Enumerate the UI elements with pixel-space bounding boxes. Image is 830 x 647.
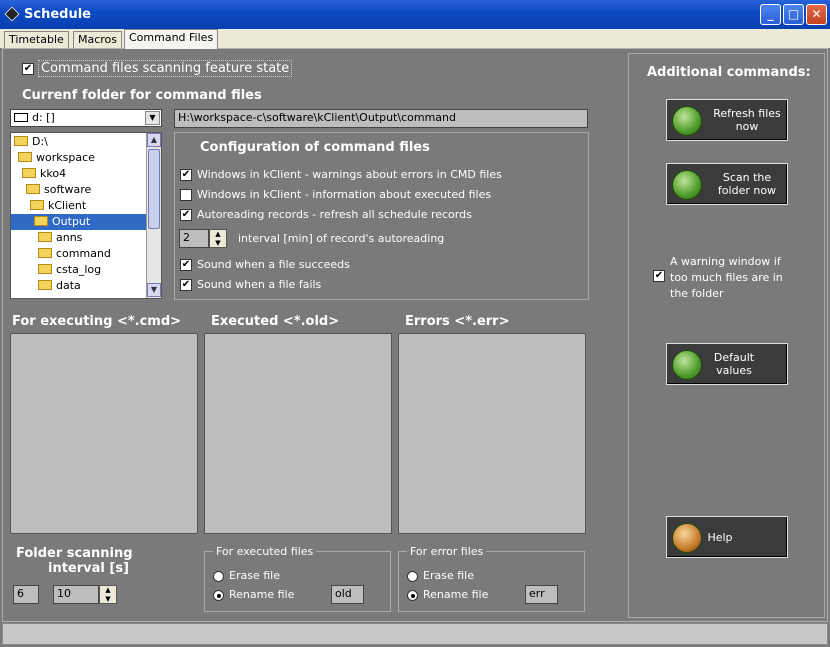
close-button[interactable]: ✕	[806, 4, 827, 25]
spin-down-icon: ▼	[215, 238, 221, 247]
folder-icon	[38, 232, 52, 242]
scan-interval-spinner[interactable]: ▲ ▼	[99, 585, 117, 604]
scan-interval-input[interactable]: 10	[53, 585, 99, 604]
executed-erase-radio[interactable]	[213, 571, 224, 582]
tree-item[interactable]: csta_log	[11, 262, 147, 278]
tab-command-files[interactable]: Command Files	[124, 29, 219, 49]
errors-list-heading: Errors <*.err>	[405, 314, 510, 329]
current-folder-heading: Currenf folder for command files	[22, 88, 262, 103]
folder-icon	[26, 184, 40, 194]
title-bar: Schedule _ □ ✕	[0, 0, 830, 29]
executed-erase-label: Erase file	[229, 569, 280, 582]
default-values-icon	[672, 350, 702, 380]
drive-select[interactable]: d: [] ▼	[10, 109, 162, 127]
sound-fail-checkbox[interactable]: ✔	[180, 279, 192, 291]
scroll-thumb[interactable]	[148, 149, 160, 229]
executed-ext-input[interactable]: old	[331, 585, 364, 604]
executed-list[interactable]	[204, 333, 392, 534]
chevron-down-icon[interactable]: ▼	[145, 111, 160, 125]
feature-state-label: Command files scanning feature state	[38, 60, 293, 77]
tree-item[interactable]: D:\	[11, 134, 147, 150]
autoread-interval-label: interval [min] of record's autoreading	[238, 232, 445, 245]
tab-bar: Timetable Macros Command Files	[0, 29, 830, 49]
spin-up-icon: ▲	[105, 586, 111, 594]
scan-interval-min-input[interactable]: 6	[13, 585, 39, 604]
drive-select-value: d: []	[32, 111, 55, 124]
error-rename-label: Rename file	[423, 588, 489, 601]
default-values-button[interactable]: Default values	[666, 343, 788, 385]
feature-state-checkbox[interactable]: ✔	[22, 63, 34, 75]
executed-rename-radio[interactable]	[213, 590, 224, 601]
refresh-files-icon	[672, 106, 702, 136]
error-ext-input[interactable]: err	[525, 585, 558, 604]
warning-window-label: A warning window if too much files are i…	[670, 255, 783, 300]
tree-item[interactable]: anns	[11, 230, 147, 246]
spin-up-icon: ▲	[215, 230, 221, 238]
maximize-button[interactable]: □	[783, 4, 804, 25]
refresh-files-button[interactable]: Refresh files now	[666, 99, 788, 141]
tree-item[interactable]: data	[11, 278, 147, 294]
config-option-checkbox[interactable]: ✔	[180, 209, 192, 221]
folder-icon	[14, 136, 28, 146]
folder-icon	[38, 248, 52, 258]
tree-item[interactable]: workspace	[11, 150, 147, 166]
tree-item[interactable]: kko4	[11, 166, 147, 182]
error-erase-radio[interactable]	[407, 571, 418, 582]
config-option-checkbox[interactable]: ✔	[180, 169, 192, 181]
autoread-interval-input[interactable]: 2	[179, 229, 209, 248]
tree-scrollbar[interactable]: ▲ ▼	[146, 133, 161, 298]
scan-interval-label: Folder scanning	[16, 546, 133, 561]
error-rename-radio[interactable]	[407, 590, 418, 601]
executing-list[interactable]	[10, 333, 198, 534]
autoread-interval-spinner[interactable]: ▲ ▼	[209, 229, 227, 248]
scroll-down-icon[interactable]: ▼	[147, 283, 161, 297]
app-icon	[4, 6, 20, 22]
error-erase-label: Erase file	[423, 569, 474, 582]
config-option-checkbox[interactable]	[180, 189, 192, 201]
config-option-label: Windows in kClient - information about e…	[197, 188, 492, 201]
scan-folder-button[interactable]: Scan the folder now	[666, 163, 788, 205]
tree-item[interactable]: kClient	[11, 198, 147, 214]
config-option-label: Windows in kClient - warnings about erro…	[197, 168, 502, 181]
spin-down-icon: ▼	[105, 594, 111, 603]
magnifier-icon	[672, 170, 702, 200]
sound-success-checkbox[interactable]: ✔	[180, 259, 192, 271]
executing-list-heading: For executing <*.cmd>	[12, 314, 182, 329]
folder-path-field[interactable]: H:\workspace-c\software\kClient\Output\c…	[174, 109, 588, 128]
folder-icon	[38, 264, 52, 274]
folder-icon	[30, 200, 44, 210]
sound-fail-label: Sound when a file fails	[197, 278, 322, 291]
scan-interval-label-2: interval [s]	[48, 561, 130, 576]
window-title: Schedule	[24, 7, 91, 22]
tab-macros[interactable]: Macros	[73, 31, 123, 48]
additional-commands-heading: Additional commands:	[647, 65, 811, 80]
errors-list[interactable]	[398, 333, 586, 534]
tree-item-selected[interactable]: Output	[11, 214, 147, 230]
sound-success-label: Sound when a file succeeds	[197, 258, 350, 271]
scroll-up-icon[interactable]: ▲	[147, 133, 161, 147]
tab-timetable[interactable]: Timetable	[4, 31, 69, 48]
folder-icon	[38, 280, 52, 290]
tree-item[interactable]: software	[11, 182, 147, 198]
folder-tree[interactable]: D:\ workspace kko4 software kClient Outp…	[10, 132, 162, 299]
folder-icon	[22, 168, 36, 178]
warning-window-checkbox[interactable]: ✔	[653, 270, 665, 282]
executed-list-heading: Executed <*.old>	[211, 314, 340, 329]
config-option-label: Autoreading records - refresh all schedu…	[197, 208, 472, 221]
executed-rename-label: Rename file	[229, 588, 295, 601]
folder-icon	[34, 216, 48, 226]
help-button[interactable]: Help	[666, 516, 788, 558]
tree-item[interactable]: command	[11, 246, 147, 262]
folder-icon	[18, 152, 32, 162]
error-files-legend: For error files	[407, 545, 487, 558]
executed-files-legend: For executed files	[213, 545, 317, 558]
status-bar	[2, 623, 828, 645]
help-icon	[672, 523, 702, 553]
minimize-button[interactable]: _	[760, 4, 781, 25]
config-heading: Configuration of command files	[200, 140, 430, 155]
drive-icon	[14, 113, 28, 122]
